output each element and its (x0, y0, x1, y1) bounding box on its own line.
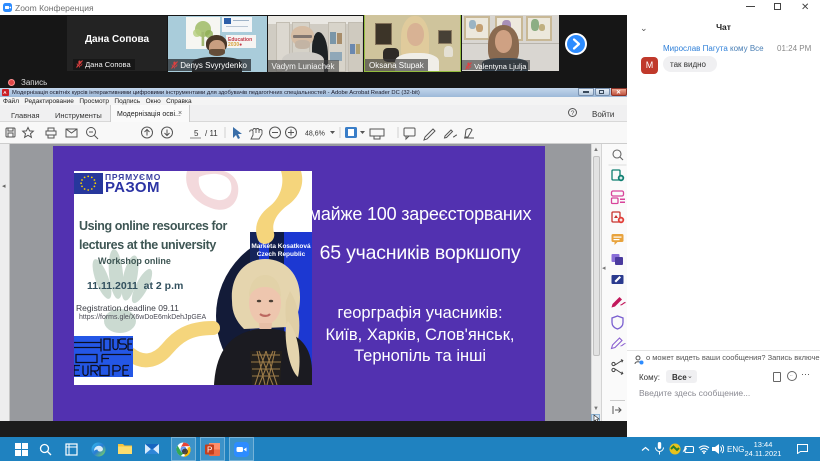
svg-text:48,6%: 48,6% (305, 131, 325, 138)
svg-text:P: P (207, 446, 212, 455)
svg-text:5: 5 (194, 129, 199, 138)
svg-text:/ 11: / 11 (205, 129, 218, 138)
